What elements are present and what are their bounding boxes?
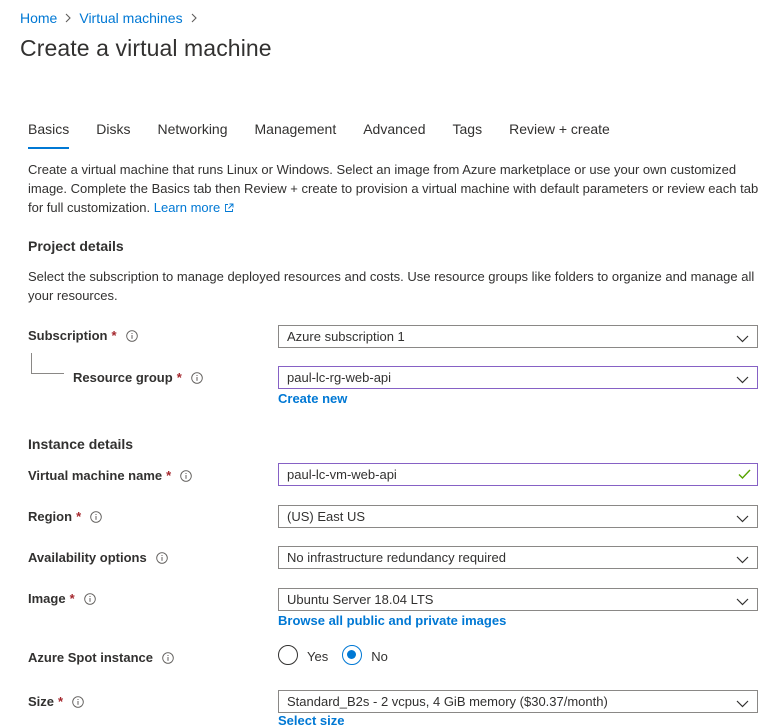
- required-marker: *: [166, 468, 172, 483]
- subscription-dropdown[interactable]: Azure subscription 1: [278, 325, 758, 348]
- region-value: (US) East US: [287, 509, 366, 524]
- chevron-down-icon: [736, 552, 749, 567]
- image-dropdown[interactable]: Ubuntu Server 18.04 LTS: [278, 588, 758, 611]
- resource-group-dropdown[interactable]: paul-lc-rg-web-api: [278, 366, 758, 389]
- breadcrumb-virtual-machines-link[interactable]: Virtual machines: [79, 10, 182, 26]
- info-icon[interactable]: [155, 551, 168, 564]
- spot-yes-option[interactable]: Yes: [278, 645, 328, 665]
- availability-options-label-text: Availability options: [28, 550, 147, 565]
- info-icon[interactable]: [72, 695, 84, 708]
- select-size-link[interactable]: Select size: [278, 713, 345, 725]
- external-link-icon: [224, 199, 234, 218]
- vm-name-input[interactable]: paul-lc-vm-web-api: [278, 463, 758, 486]
- resource-group-label: Resource group *: [73, 370, 203, 385]
- info-icon[interactable]: [190, 371, 203, 384]
- vm-name-label-text: Virtual machine name: [28, 468, 163, 483]
- required-marker: *: [69, 591, 75, 606]
- spot-yes-label: Yes: [307, 648, 329, 664]
- resource-group-value: paul-lc-rg-web-api: [287, 370, 392, 385]
- chevron-down-icon: [736, 511, 749, 526]
- size-label-text: Size: [28, 694, 55, 709]
- required-marker: *: [58, 694, 64, 709]
- subscription-label-text: Subscription: [28, 328, 108, 343]
- info-icon[interactable]: [162, 651, 174, 664]
- size-value: Standard_B2s - 2 vcpus, 4 GiB memory ($3…: [287, 694, 608, 709]
- info-icon[interactable]: [83, 592, 96, 605]
- subscription-label: Subscription *: [28, 328, 138, 343]
- spot-no-option[interactable]: No: [342, 645, 388, 665]
- intro-text: Create a virtual machine that runs Linux…: [28, 162, 759, 215]
- info-icon[interactable]: [90, 510, 102, 523]
- checkmark-icon: [738, 468, 751, 483]
- learn-more-label: Learn more: [153, 200, 221, 215]
- breadcrumb: Home Virtual machines: [20, 9, 205, 27]
- learn-more-link[interactable]: Learn more: [154, 200, 234, 215]
- subscription-value: Azure subscription 1: [287, 329, 405, 344]
- instance-details-heading: Instance details: [28, 436, 134, 452]
- azure-spot-label-text: Azure Spot instance: [28, 650, 153, 665]
- project-details-heading: Project details: [28, 238, 124, 254]
- required-marker: *: [76, 509, 82, 524]
- vm-name-value: paul-lc-vm-web-api: [287, 467, 397, 482]
- resource-group-label-text: Resource group: [73, 370, 173, 385]
- create-new-resource-group-link[interactable]: Create new: [278, 391, 347, 406]
- region-dropdown[interactable]: (US) East US: [278, 505, 758, 528]
- vm-name-label: Virtual machine name *: [28, 468, 192, 483]
- tab-management[interactable]: Management: [255, 121, 337, 149]
- size-label: Size *: [28, 694, 84, 709]
- image-value: Ubuntu Server 18.04 LTS: [287, 592, 434, 607]
- tab-bar: Basics Disks Networking Management Advan…: [28, 121, 637, 149]
- availability-options-label: Availability options: [28, 550, 168, 565]
- info-icon[interactable]: [180, 469, 192, 482]
- availability-options-value: No infrastructure redundancy required: [287, 550, 506, 565]
- availability-options-dropdown[interactable]: No infrastructure redundancy required: [278, 546, 758, 569]
- region-label-text: Region: [28, 509, 73, 524]
- tab-networking[interactable]: Networking: [157, 121, 227, 149]
- spot-no-radio[interactable]: [342, 645, 363, 665]
- size-dropdown[interactable]: Standard_B2s - 2 vcpus, 4 GiB memory ($3…: [278, 690, 758, 713]
- image-label: Image *: [28, 591, 96, 606]
- required-marker: *: [111, 328, 117, 343]
- tab-advanced[interactable]: Advanced: [363, 121, 425, 149]
- tab-disks[interactable]: Disks: [96, 121, 130, 149]
- chevron-down-icon: [736, 372, 749, 387]
- browse-images-link[interactable]: Browse all public and private images: [278, 613, 506, 628]
- tab-review-create[interactable]: Review + create: [509, 121, 610, 149]
- project-details-description: Select the subscription to manage deploy…: [28, 269, 755, 303]
- tab-tags[interactable]: Tags: [453, 121, 483, 149]
- image-label-text: Image: [28, 591, 66, 606]
- chevron-right-icon: [183, 9, 205, 27]
- chevron-down-icon: [736, 594, 749, 609]
- page-title: Create a virtual machine: [20, 35, 272, 61]
- azure-spot-radio-group: Yes No: [278, 645, 402, 665]
- spot-yes-radio[interactable]: [278, 645, 298, 665]
- tree-connector: [31, 353, 64, 374]
- intro-description: Create a virtual machine that runs Linux…: [28, 160, 763, 218]
- region-label: Region *: [28, 509, 102, 524]
- info-icon[interactable]: [125, 329, 138, 342]
- spot-no-label: No: [371, 648, 388, 664]
- chevron-down-icon: [736, 696, 749, 711]
- required-marker: *: [176, 370, 182, 385]
- chevron-right-icon: [57, 9, 79, 27]
- tab-basics[interactable]: Basics: [28, 121, 70, 149]
- azure-spot-label: Azure Spot instance: [28, 650, 174, 665]
- breadcrumb-home-link[interactable]: Home: [20, 10, 57, 26]
- chevron-down-icon: [736, 331, 749, 346]
